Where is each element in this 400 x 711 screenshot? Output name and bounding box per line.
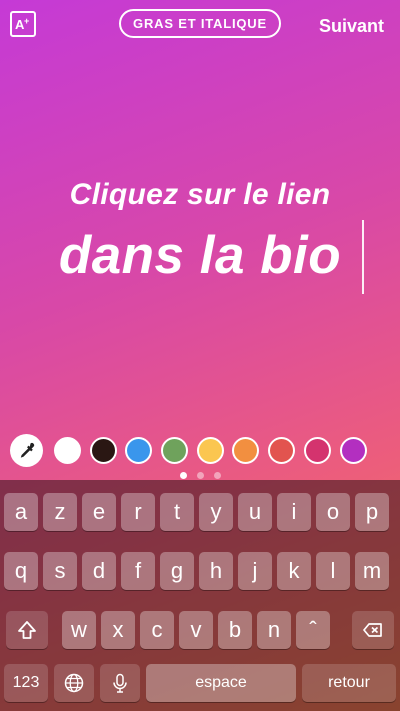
color-page-indicator xyxy=(0,466,400,479)
key[interactable]: d xyxy=(82,552,116,590)
globe-key[interactable] xyxy=(54,664,94,702)
next-button[interactable]: Suivant xyxy=(319,16,384,37)
key[interactable]: ˆ xyxy=(296,611,330,649)
text-style-button[interactable]: GRAS ET ITALIQUE xyxy=(119,9,281,38)
return-key[interactable]: retour xyxy=(302,664,396,702)
key[interactable]: i xyxy=(277,493,311,531)
key[interactable]: s xyxy=(43,552,77,590)
story-text-line-1: Cliquez sur le lien xyxy=(69,178,331,211)
key[interactable]: g xyxy=(160,552,194,590)
key[interactable]: b xyxy=(218,611,252,649)
key[interactable]: f xyxy=(121,552,155,590)
key[interactable]: m xyxy=(355,552,389,590)
space-key[interactable]: espace xyxy=(146,664,296,702)
key[interactable]: t xyxy=(160,493,194,531)
shift-icon xyxy=(18,621,36,639)
backspace-icon xyxy=(363,623,382,637)
key[interactable]: y xyxy=(199,493,233,531)
key[interactable]: e xyxy=(82,493,116,531)
story-text-editor[interactable]: Cliquez sur le lien dans la bio xyxy=(0,170,400,292)
color-picker xyxy=(0,432,400,470)
key[interactable]: p xyxy=(355,493,389,531)
color-swatch[interactable] xyxy=(161,437,188,464)
key[interactable]: j xyxy=(238,552,272,590)
key[interactable]: r xyxy=(121,493,155,531)
shift-key[interactable] xyxy=(6,611,48,649)
text-cursor xyxy=(362,220,364,294)
key[interactable]: x xyxy=(101,611,135,649)
color-swatch[interactable] xyxy=(125,437,152,464)
color-swatch[interactable] xyxy=(90,437,117,464)
page-dot xyxy=(213,472,221,479)
text-size-icon: A + xyxy=(15,16,29,32)
key[interactable]: z xyxy=(43,493,77,531)
key[interactable]: n xyxy=(257,611,291,649)
page-dot xyxy=(179,472,187,479)
color-swatch[interactable] xyxy=(232,437,259,464)
key[interactable]: c xyxy=(140,611,174,649)
color-swatch[interactable] xyxy=(304,437,331,464)
color-swatch[interactable] xyxy=(197,437,224,464)
top-bar: A + GRAS ET ITALIQUE Suivant xyxy=(0,0,400,52)
key[interactable]: o xyxy=(316,493,350,531)
color-swatch[interactable] xyxy=(340,437,367,464)
text-size-button[interactable]: A + xyxy=(10,11,36,37)
key[interactable]: v xyxy=(179,611,213,649)
page-dot xyxy=(196,472,204,479)
numbers-key[interactable]: 123 xyxy=(4,664,48,702)
microphone-icon xyxy=(113,673,127,693)
eyedropper-button[interactable] xyxy=(10,434,43,467)
svg-text:+: + xyxy=(24,16,29,26)
color-swatch[interactable] xyxy=(54,437,81,464)
key[interactable]: k xyxy=(277,552,311,590)
key[interactable]: u xyxy=(238,493,272,531)
delete-key[interactable] xyxy=(352,611,394,649)
color-swatch[interactable] xyxy=(268,437,295,464)
key[interactable]: a xyxy=(4,493,38,531)
text-style-label: GRAS ET ITALIQUE xyxy=(133,16,267,31)
key[interactable]: h xyxy=(199,552,233,590)
globe-icon xyxy=(64,673,84,693)
eyedropper-icon xyxy=(20,442,34,458)
key[interactable]: q xyxy=(4,552,38,590)
key[interactable]: l xyxy=(316,552,350,590)
microphone-key[interactable] xyxy=(100,664,140,702)
story-text-line-2: dans la bio xyxy=(58,226,342,285)
key[interactable]: w xyxy=(62,611,96,649)
keyboard: 123 espace retour azertyuiop qsdfghjklm wx… xyxy=(0,480,400,711)
